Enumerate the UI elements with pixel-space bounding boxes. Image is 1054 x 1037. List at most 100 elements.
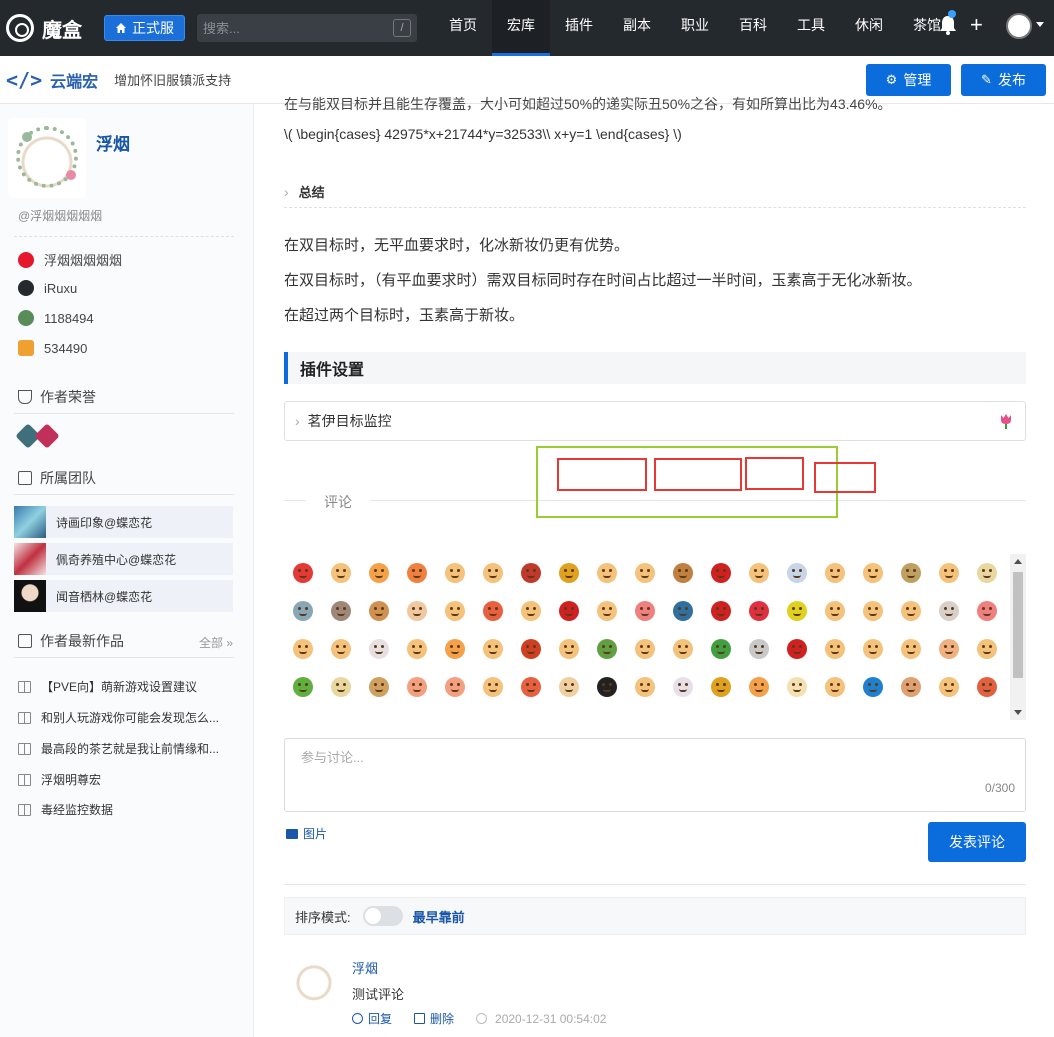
emoji-item[interactable] (702, 668, 740, 706)
emoji-item[interactable] (740, 630, 778, 668)
emoji-item[interactable] (968, 592, 1006, 630)
team-item[interactable]: 闻音栖林@蝶恋花 (14, 580, 233, 612)
work-item[interactable]: 【PVE向】萌新游戏设置建议 (18, 678, 197, 695)
emoji-item[interactable] (930, 668, 968, 706)
create-plus-icon[interactable]: + (970, 12, 983, 38)
emoji-item[interactable] (398, 630, 436, 668)
emoji-item[interactable] (550, 592, 588, 630)
emoji-item[interactable] (664, 668, 702, 706)
server-select-button[interactable]: 正式服 (104, 15, 185, 41)
emoji-item[interactable] (626, 592, 664, 630)
emoji-item[interactable] (930, 630, 968, 668)
work-item[interactable]: 和别人玩游戏你可能会发现怎么... (18, 709, 219, 726)
team-item[interactable]: 佩奇养殖中心@蝶恋花 (14, 543, 233, 575)
insert-image-button[interactable]: 图片 (286, 825, 327, 842)
emoji-item[interactable] (588, 592, 626, 630)
emoji-item[interactable] (360, 554, 398, 592)
sort-toggle[interactable] (362, 906, 403, 926)
emoji-item[interactable] (740, 668, 778, 706)
emoji-item[interactable] (512, 668, 550, 706)
emoji-item[interactable] (626, 630, 664, 668)
work-item[interactable]: 浮烟明尊宏 (18, 771, 101, 788)
user-menu-caret-icon[interactable] (1036, 22, 1044, 27)
scroll-up-arrow-icon[interactable] (1014, 559, 1022, 564)
emoji-item[interactable] (968, 668, 1006, 706)
honor-badge-icon[interactable] (34, 423, 60, 449)
nav-link-wiki[interactable]: 百科 (724, 0, 782, 56)
emoji-item[interactable] (740, 554, 778, 592)
emoji-item[interactable] (550, 668, 588, 706)
team-item[interactable]: 诗画印象@蝶恋花 (14, 506, 233, 538)
emoji-item[interactable] (436, 592, 474, 630)
emoji-item[interactable] (398, 592, 436, 630)
emoji-item[interactable] (664, 554, 702, 592)
manage-button[interactable]: ⚙ 管理 (866, 64, 951, 96)
emoji-item[interactable] (854, 592, 892, 630)
emoji-item[interactable] (588, 554, 626, 592)
emoji-item[interactable] (512, 592, 550, 630)
emoji-item[interactable] (778, 668, 816, 706)
social-game-b[interactable]: 534490 (18, 340, 87, 356)
work-item[interactable]: 毒经监控数据 (18, 801, 113, 818)
submit-comment-button[interactable]: 发表评论 (928, 822, 1026, 862)
emoji-item[interactable] (778, 630, 816, 668)
emoji-item[interactable] (360, 668, 398, 706)
delete-button[interactable]: 删除 (414, 1010, 454, 1027)
emoji-item[interactable] (284, 630, 322, 668)
emoji-item[interactable] (588, 668, 626, 706)
user-avatar[interactable] (1006, 13, 1032, 39)
emoji-item[interactable] (626, 554, 664, 592)
emoji-item[interactable] (892, 668, 930, 706)
summary-collapse[interactable]: › 总结 (284, 176, 1026, 208)
emoji-item[interactable] (702, 554, 740, 592)
nav-link-macro[interactable]: 宏库 (492, 0, 550, 56)
social-game-a[interactable]: 1188494 (18, 310, 94, 326)
emoji-item[interactable] (930, 592, 968, 630)
work-item[interactable]: 最高段的茶艺就是我让前情缘和... (18, 740, 219, 757)
emoji-item[interactable] (892, 592, 930, 630)
social-github[interactable]: iRuxu (18, 280, 77, 296)
emoji-item[interactable] (968, 630, 1006, 668)
comment-textarea[interactable] (285, 739, 1025, 811)
emoji-item[interactable] (322, 592, 360, 630)
emoji-item[interactable] (398, 668, 436, 706)
nav-link-leisure[interactable]: 休闲 (840, 0, 898, 56)
emoji-item[interactable] (550, 554, 588, 592)
emoji-item[interactable] (816, 668, 854, 706)
emoji-item[interactable] (664, 630, 702, 668)
emoji-item[interactable] (740, 592, 778, 630)
emoji-item[interactable] (702, 630, 740, 668)
emoji-item[interactable] (854, 630, 892, 668)
emoji-item[interactable] (398, 554, 436, 592)
emoji-item[interactable] (322, 554, 360, 592)
works-more-link[interactable]: 全部 » (199, 634, 233, 651)
nav-link-tools[interactable]: 工具 (782, 0, 840, 56)
emoji-item[interactable] (550, 630, 588, 668)
social-weibo[interactable]: 浮烟烟烟烟烟 (18, 250, 122, 269)
emoji-item[interactable] (816, 554, 854, 592)
emoji-item[interactable] (816, 630, 854, 668)
emoji-item[interactable] (702, 592, 740, 630)
emoji-item[interactable] (854, 554, 892, 592)
nav-link-class[interactable]: 职业 (666, 0, 724, 56)
reply-button[interactable]: 回复 (352, 1010, 392, 1027)
search-input[interactable] (203, 20, 393, 36)
author-avatar[interactable] (8, 118, 86, 198)
emoji-item[interactable] (284, 592, 322, 630)
nav-link-home[interactable]: 首页 (434, 0, 492, 56)
plugin-item[interactable]: › 茗伊目标监控 (284, 401, 1026, 441)
nav-link-plugin[interactable]: 插件 (550, 0, 608, 56)
emoji-item[interactable] (284, 668, 322, 706)
emoji-item[interactable] (778, 592, 816, 630)
scroll-thumb[interactable] (1013, 572, 1023, 678)
emoji-scrollbar[interactable] (1010, 554, 1026, 720)
emoji-item[interactable] (816, 592, 854, 630)
notification-bell-icon[interactable] (938, 14, 958, 36)
emoji-item[interactable] (778, 554, 816, 592)
emoji-item[interactable] (284, 554, 322, 592)
emoji-item[interactable] (968, 554, 1006, 592)
emoji-item[interactable] (512, 554, 550, 592)
emoji-item[interactable] (474, 554, 512, 592)
publish-button[interactable]: ✎ 发布 (961, 64, 1046, 96)
comment-author-name[interactable]: 浮烟 (352, 958, 378, 977)
